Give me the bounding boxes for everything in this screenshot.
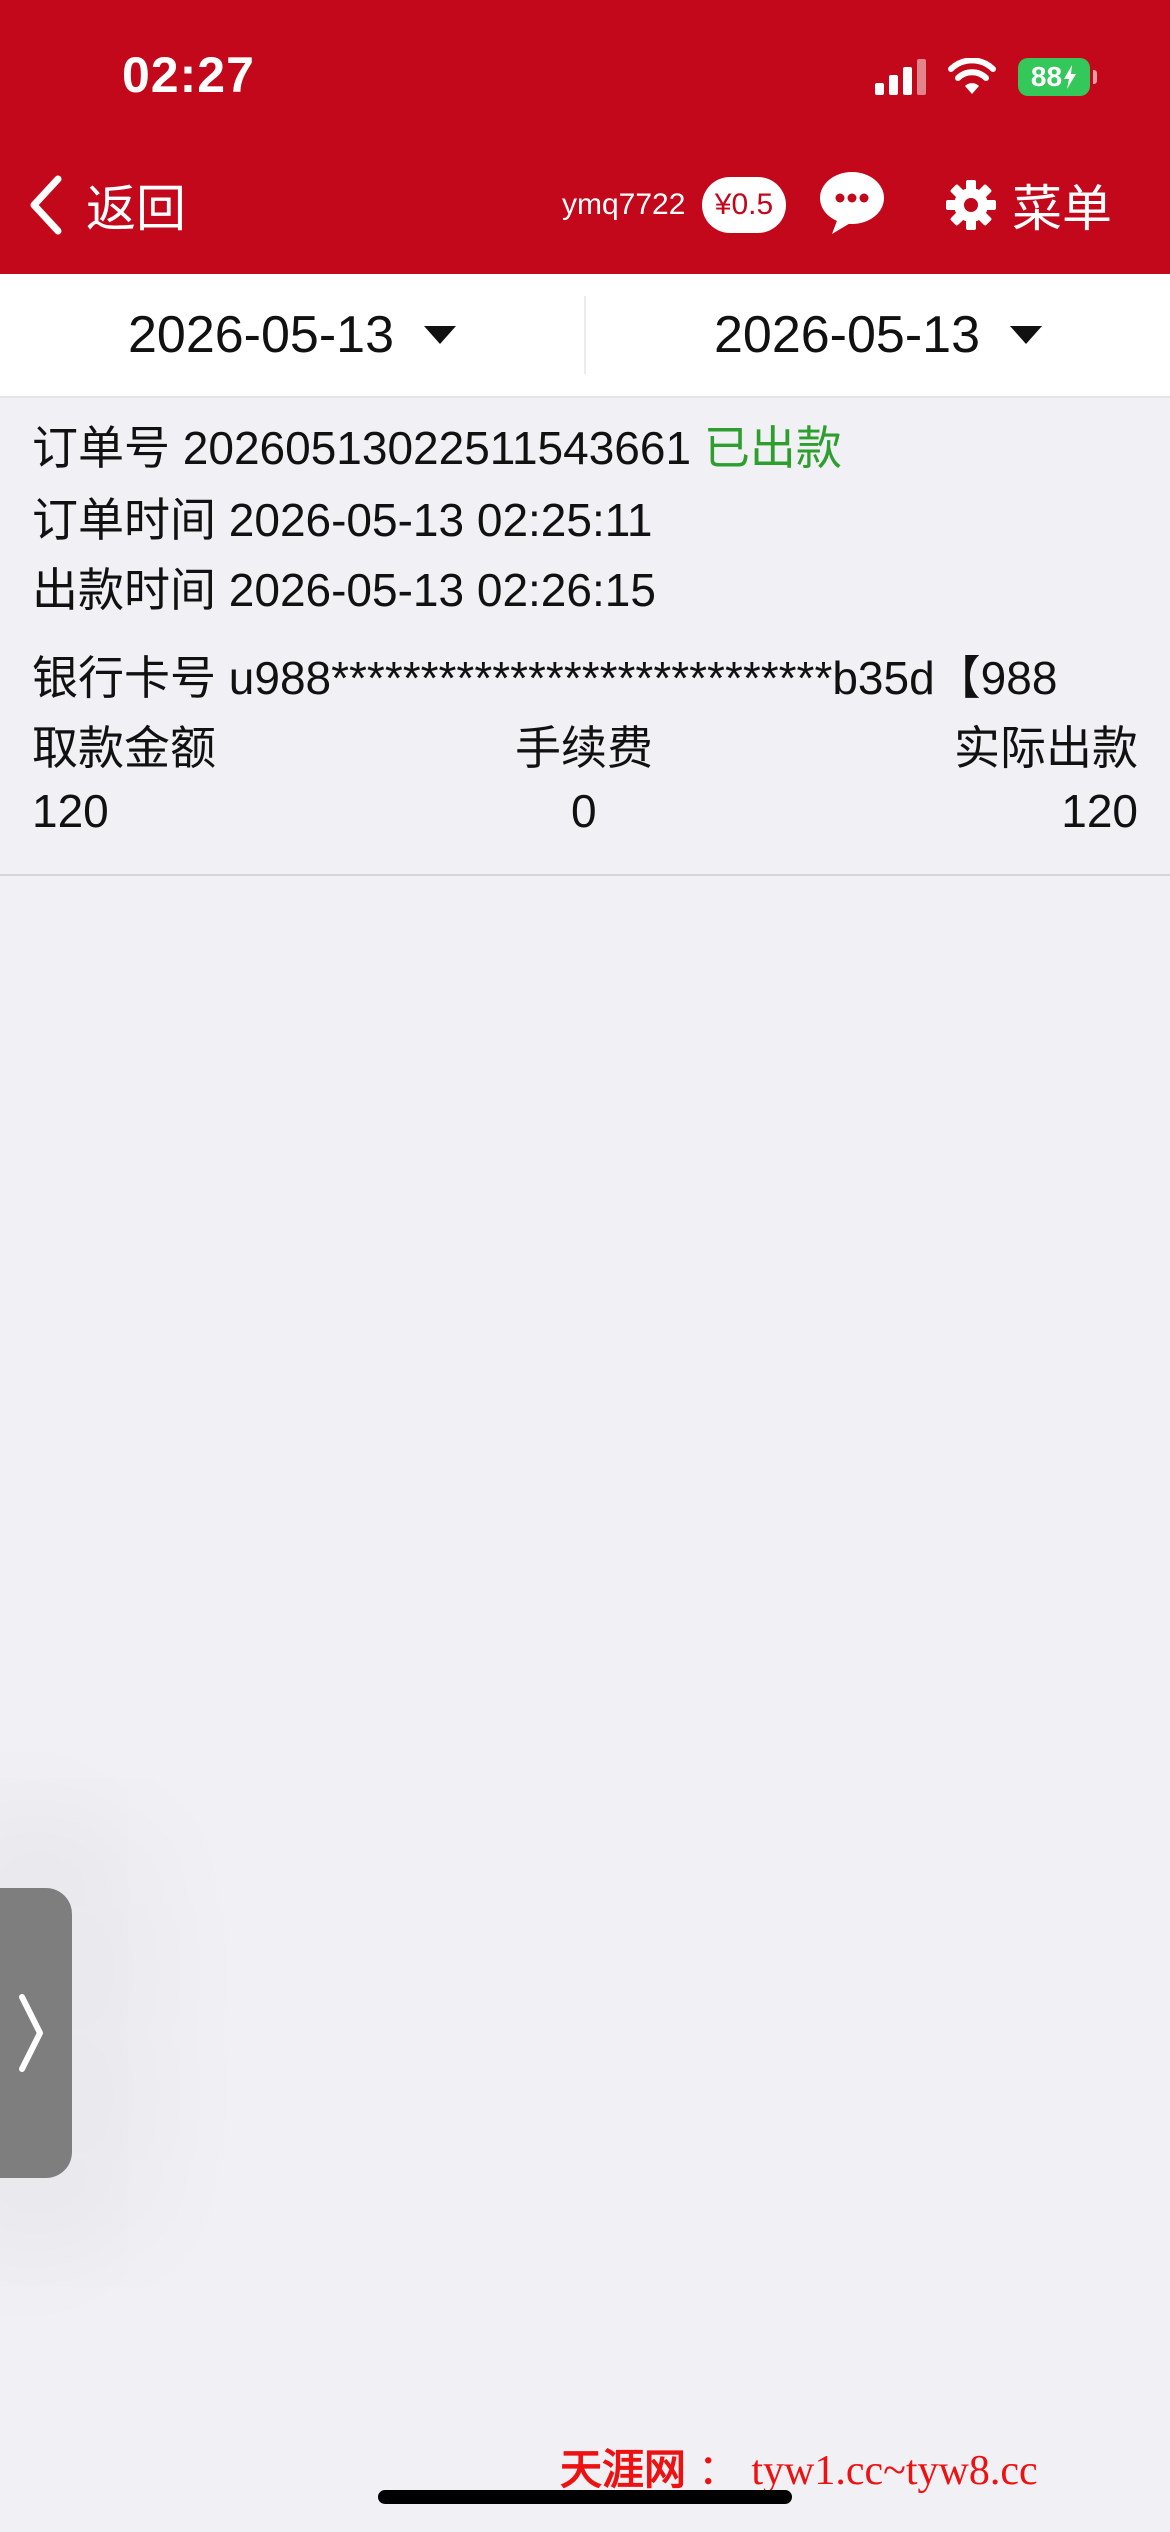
status-time: 02:27 bbox=[122, 47, 255, 103]
payout-time-label: 出款时间 bbox=[32, 564, 216, 616]
order-time-row: 订单时间 2026-05-13 02:25:11 bbox=[32, 484, 653, 550]
wifi-icon bbox=[948, 58, 996, 94]
order-number-row: 订单号 20260513022511543661 已出款 bbox=[32, 412, 842, 478]
withdraw-amount-value: 120 bbox=[32, 785, 109, 837]
order-record: 订单号 20260513022511543661 已出款 订单时间 2026-0… bbox=[0, 398, 1170, 876]
withdraw-amount-label: 取款金额 bbox=[32, 722, 216, 774]
watermark-name: 天涯网 bbox=[560, 2445, 687, 2494]
start-date-select[interactable]: 2026-05-13 bbox=[0, 274, 584, 396]
balance-badge: ¥0.5 bbox=[702, 177, 786, 233]
bank-card-row: 银行卡号 u988****************************b35… bbox=[32, 642, 1057, 708]
battery-level: 88 bbox=[1030, 61, 1063, 92]
chat-button[interactable] bbox=[818, 166, 892, 240]
actual-payout-label: 实际出款 bbox=[954, 722, 1138, 774]
payout-time-row: 出款时间 2026-05-13 02:26:15 bbox=[32, 554, 656, 620]
watermark: 天涯网 ： tyw1.cc~tyw8.cc bbox=[560, 2436, 1038, 2497]
app-header: 02:27 88 返回 ymq7722 ¥0.5 菜单 bbox=[0, 0, 1170, 274]
order-time-label: 订单时间 bbox=[32, 494, 216, 546]
home-indicator[interactable] bbox=[378, 2490, 792, 2504]
menu-button[interactable]: 菜单 bbox=[944, 170, 1112, 240]
order-number-label: 订单号 bbox=[32, 422, 170, 474]
start-date-value: 2026-05-13 bbox=[128, 306, 394, 364]
gear-icon bbox=[946, 180, 996, 230]
watermark-url: tyw1.cc~tyw8.cc bbox=[751, 2448, 1038, 2494]
end-date-value: 2026-05-13 bbox=[714, 306, 980, 364]
actual-payout-value: 120 bbox=[1061, 785, 1138, 837]
username: ymq7722 bbox=[562, 188, 686, 221]
bank-card-label: 银行卡号 bbox=[32, 652, 216, 704]
side-drawer-handle[interactable] bbox=[0, 1888, 72, 2178]
watermark-separator: ： bbox=[697, 2446, 740, 2493]
back-button[interactable]: 返回 bbox=[28, 170, 186, 240]
end-date-select[interactable]: 2026-05-13 bbox=[586, 274, 1170, 396]
caret-down-icon bbox=[424, 326, 456, 344]
bank-card-number: u988****************************b35d【988 bbox=[228, 652, 1058, 704]
charging-bolt-icon bbox=[1064, 65, 1077, 89]
payout-time: 2026-05-13 02:26:15 bbox=[228, 564, 656, 616]
fee-value: 0 bbox=[571, 785, 597, 837]
order-number: 20260513022511543661 bbox=[182, 422, 692, 474]
fee-label: 手续费 bbox=[515, 722, 653, 774]
caret-down-icon bbox=[1010, 326, 1042, 344]
chevron-right-icon bbox=[19, 1994, 43, 2072]
chevron-left-icon bbox=[30, 175, 62, 235]
battery-icon: 88 bbox=[1018, 58, 1097, 96]
cellular-signal-icon bbox=[875, 59, 926, 95]
order-time: 2026-05-13 02:25:11 bbox=[228, 494, 653, 546]
menu-label: 菜单 bbox=[1012, 181, 1112, 237]
chat-bubble-icon bbox=[820, 172, 884, 234]
order-status: 已出款 bbox=[703, 422, 842, 474]
date-filter-bar: 2026-05-13 2026-05-13 bbox=[0, 274, 1170, 398]
back-label: 返回 bbox=[86, 181, 186, 237]
status-icons: 88 bbox=[875, 54, 1097, 100]
